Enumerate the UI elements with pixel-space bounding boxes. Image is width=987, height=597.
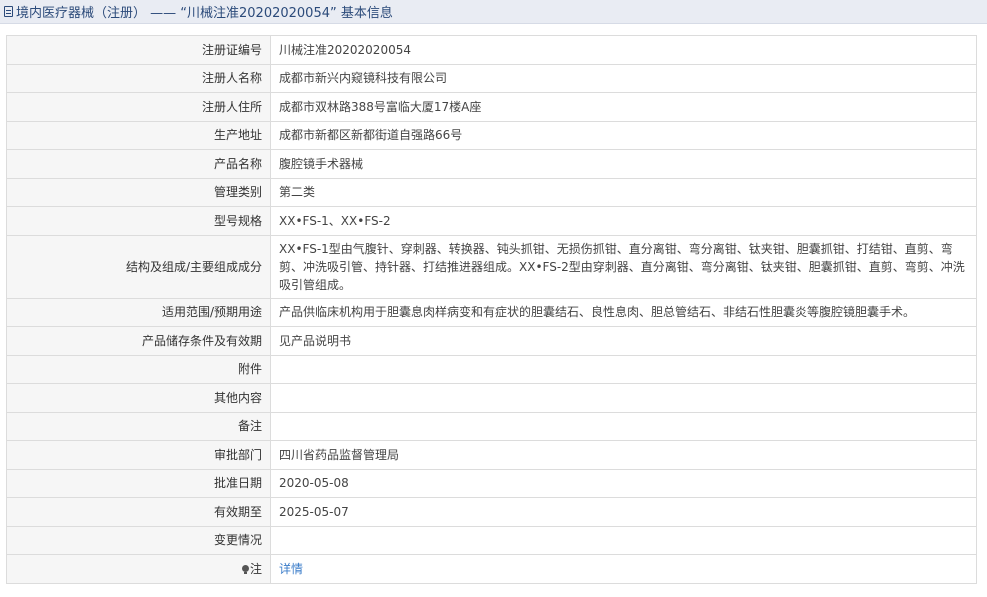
detail-link[interactable]: 详情 xyxy=(279,562,303,576)
row-label: 注册人名称 xyxy=(6,63,271,93)
document-icon xyxy=(4,6,13,17)
row-label: 备注 xyxy=(6,411,271,441)
row-label: 适用范围/预期用途 xyxy=(6,297,271,327)
row-label: 管理类别 xyxy=(6,177,271,207)
row-value: 四川省药品监督管理局 xyxy=(270,440,977,470)
note-label: 注 xyxy=(249,561,262,576)
page-title: 境内医疗器械（注册） —— “川械注准20202020054” 基本信息 xyxy=(16,6,393,21)
row-value: 见产品说明书 xyxy=(270,326,977,356)
table-row: 变更情况 xyxy=(6,525,977,555)
row-label: 结构及组成/主要组成成分 xyxy=(6,234,271,299)
row-label: 变更情况 xyxy=(6,525,271,555)
row-label: 产品名称 xyxy=(6,149,271,179)
row-value: 腹腔镜手术器械 xyxy=(270,149,977,179)
row-value: XX•FS-1、XX•FS-2 xyxy=(270,206,977,236)
lightbulb-icon xyxy=(241,564,249,574)
row-label: 型号规格 xyxy=(6,206,271,236)
page-header: 境内医疗器械（注册） —— “川械注准20202020054” 基本信息 xyxy=(0,0,987,24)
row-value: 2020-05-08 xyxy=(270,468,977,498)
table-row: 附件 xyxy=(6,354,977,384)
row-label: 附件 xyxy=(6,354,271,384)
row-label: 注册证编号 xyxy=(6,35,271,65)
row-value: 成都市双林路388号富临大厦17楼A座 xyxy=(270,92,977,122)
row-value xyxy=(270,354,977,384)
row-value: XX•FS-1型由气腹针、穿刺器、转换器、钝头抓钳、无损伤抓钳、直分离钳、弯分离… xyxy=(270,234,977,299)
row-label: 注册人住所 xyxy=(6,92,271,122)
row-value: 成都市新都区新都街道自强路66号 xyxy=(270,120,977,150)
table-row: 产品名称 腹腔镜手术器械 xyxy=(6,149,977,179)
table-row: 型号规格 XX•FS-1、XX•FS-2 xyxy=(6,206,977,236)
note-value-cell: 详情 xyxy=(270,554,977,584)
row-value xyxy=(270,411,977,441)
row-label: 产品储存条件及有效期 xyxy=(6,326,271,356)
row-label: 其他内容 xyxy=(6,383,271,413)
row-value: 产品供临床机构用于胆囊息肉样病变和有症状的胆囊结石、良性息肉、胆总管结石、非结石… xyxy=(270,297,977,327)
table-row: 批准日期 2020-05-08 xyxy=(6,468,977,498)
row-value: 川械注准20202020054 xyxy=(270,35,977,65)
table-row: 适用范围/预期用途 产品供临床机构用于胆囊息肉样病变和有症状的胆囊结石、良性息肉… xyxy=(6,297,977,327)
table-row: 结构及组成/主要组成成分 XX•FS-1型由气腹针、穿刺器、转换器、钝头抓钳、无… xyxy=(6,234,977,299)
row-label: 有效期至 xyxy=(6,497,271,527)
row-value xyxy=(270,525,977,555)
table-row: 审批部门 四川省药品监督管理局 xyxy=(6,440,977,470)
row-value: 2025-05-07 xyxy=(270,497,977,527)
note-label-cell: 注 xyxy=(6,554,271,584)
table-row: 管理类别 第二类 xyxy=(6,177,977,207)
row-value: 成都市新兴内窥镜科技有限公司 xyxy=(270,63,977,93)
table-row: 生产地址 成都市新都区新都街道自强路66号 xyxy=(6,120,977,150)
table-row: 注册人住所 成都市双林路388号富临大厦17楼A座 xyxy=(6,92,977,122)
table-row-note: 注 详情 xyxy=(6,554,977,584)
table-row: 其他内容 xyxy=(6,383,977,413)
table-row: 有效期至 2025-05-07 xyxy=(6,497,977,527)
table-row: 备注 xyxy=(6,411,977,441)
table-row: 注册人名称 成都市新兴内窥镜科技有限公司 xyxy=(6,63,977,93)
row-value xyxy=(270,383,977,413)
row-label: 批准日期 xyxy=(6,468,271,498)
info-table: 注册证编号 川械注准20202020054 注册人名称 成都市新兴内窥镜科技有限… xyxy=(6,35,977,584)
row-label: 审批部门 xyxy=(6,440,271,470)
table-row: 产品储存条件及有效期 见产品说明书 xyxy=(6,326,977,356)
row-value: 第二类 xyxy=(270,177,977,207)
row-label: 生产地址 xyxy=(6,120,271,150)
table-row: 注册证编号 川械注准20202020054 xyxy=(6,35,977,65)
